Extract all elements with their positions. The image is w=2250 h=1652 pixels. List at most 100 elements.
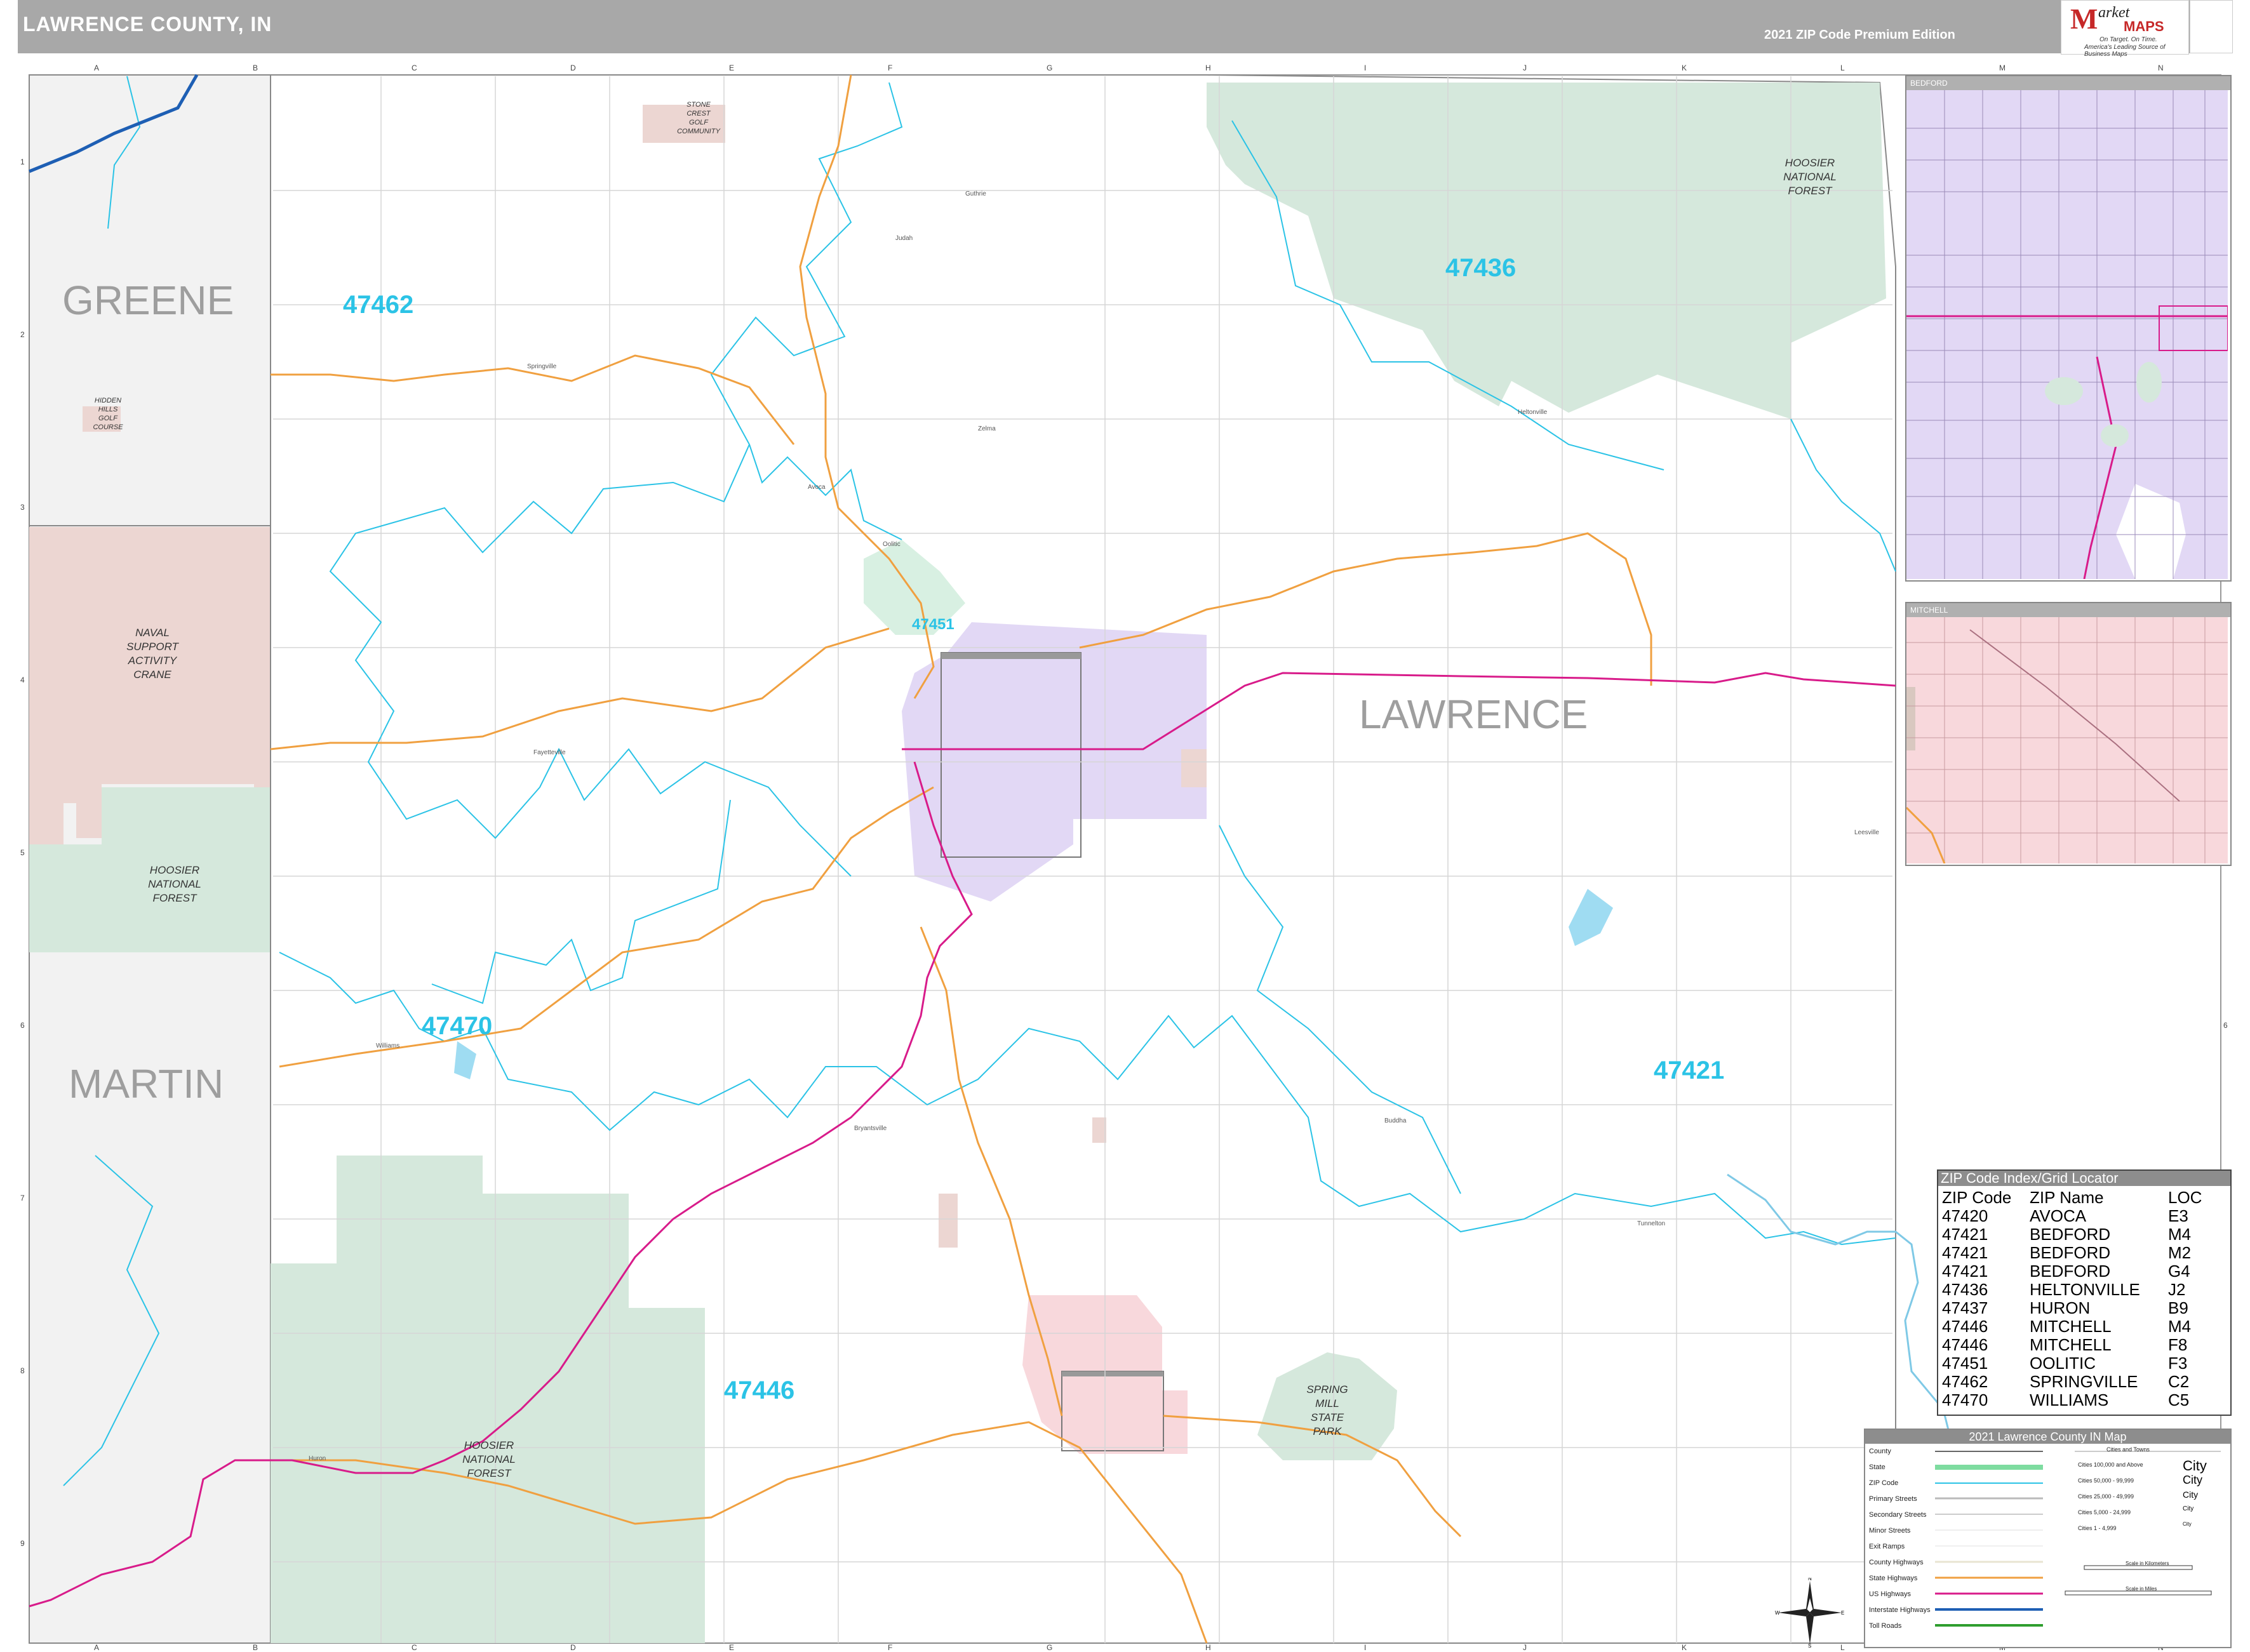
legend-city-tier: Cities 50,000 - 99,999 — [2078, 1477, 2134, 1484]
area-line: SUPPORT — [126, 641, 178, 653]
zip-index-cell: 47421 — [1942, 1225, 1988, 1244]
grid-column-label: N — [2158, 63, 2164, 72]
area-label-spring-mill: SPRING MILL STATE PARK — [1289, 1383, 1365, 1439]
zip-index-rows: 47420 AVOCA E3 47421 BEDFORD M4 47421 BEDFORD M2… — [1939, 1207, 2221, 1409]
grid-row-label: 3 — [20, 503, 25, 512]
area-line: SPRING — [1306, 1383, 1348, 1396]
county-label-lawrence: LAWRENCE — [1359, 691, 1588, 737]
zip-label-47421: 47421 — [1654, 1056, 1725, 1084]
place-label: Williams — [376, 1042, 400, 1049]
zip-index-header: ZIP Code — [1942, 1188, 2012, 1207]
place-label: Guthrie — [965, 190, 986, 197]
legend-symbols — [1935, 1451, 2221, 1627]
zip-code-index: ZIP Code Index/Grid Locator ZIP Code ZIP… — [1937, 1169, 2232, 1416]
area-line: ACTIVITY — [128, 655, 177, 667]
zip-index-cell: SPRINGVILLE — [2030, 1372, 2138, 1391]
bedford-inset-map: BEDFORD — [1905, 75, 2232, 582]
legend-item-label: County Highways — [1869, 1559, 1924, 1566]
area-label-hoosier-ne: HOOSIER NATIONAL FOREST — [1765, 156, 1854, 198]
zip-index-row: 47421 BEDFORD G4 — [1939, 1262, 2221, 1281]
legend-city-sample: City — [2183, 1521, 2192, 1527]
legend-item-label: County — [1869, 1448, 1891, 1455]
mitchell-inset-map: MITCHELL — [1905, 602, 2232, 866]
grid-row-label: 8 — [20, 1366, 25, 1375]
zip-index-cell: J2 — [2168, 1280, 2186, 1299]
legend-item-label: Primary Streets — [1869, 1495, 1917, 1503]
area-line: NATIONAL — [148, 878, 201, 890]
zip-index-header: ZIP Name — [2030, 1188, 2104, 1207]
place-label: Zelma — [978, 425, 996, 432]
compass-rose-icon: N S W E — [1775, 1578, 1844, 1648]
legend-city-sample: City — [2183, 1489, 2199, 1500]
zip-index-row: 47420 AVOCA E3 — [1939, 1207, 2221, 1225]
place-label: Springville — [527, 363, 557, 370]
zip-index-cell: B9 — [2168, 1298, 2188, 1317]
zip-index-row: 47451 OOLITIC F3 — [1939, 1354, 2221, 1373]
zip-index-header-row: ZIP Code ZIP Name LOC — [1939, 1189, 2221, 1207]
grid-row-label: 5 — [20, 848, 25, 857]
legend-item-label: Interstate Highways — [1869, 1606, 1931, 1614]
grid-column-label: G — [1047, 63, 1053, 72]
small-area-2 — [939, 1194, 958, 1248]
area-line: MILL — [1315, 1397, 1339, 1409]
grid-row-label: 6 — [20, 1021, 25, 1030]
place-label: Buddha — [1384, 1117, 1407, 1124]
grid-row-label: 7 — [20, 1194, 25, 1202]
area-line: HILLS — [98, 406, 118, 413]
zip-index-cell: BEDFORD — [2030, 1225, 2111, 1244]
zip-index-row: 47446 MITCHELL F8 — [1939, 1336, 2221, 1354]
zip-index-cell: F3 — [2168, 1354, 2188, 1373]
area-line: HOOSIER — [149, 864, 200, 876]
bedford-inset-canvas — [1906, 90, 2228, 579]
place-label: Bryantsville — [854, 1125, 887, 1132]
legend-city-sample: City — [2183, 1474, 2202, 1486]
zip-index-cell: HELTONVILLE — [2030, 1280, 2140, 1299]
area-line: STATE — [1310, 1411, 1344, 1423]
legend-item-label: Minor Streets — [1869, 1527, 1911, 1535]
place-label: Heltonville — [1518, 409, 1548, 416]
zip-index-cell: 47470 — [1942, 1390, 1988, 1409]
mitchell-inset-canvas — [1906, 617, 2228, 863]
grid-row-label: 4 — [20, 676, 25, 684]
zip-index-cell: M4 — [2168, 1225, 2192, 1244]
svg-text:E: E — [1841, 1610, 1844, 1616]
legend-city-sample: City — [2183, 1458, 2207, 1474]
bedford-inset-box-bar — [941, 653, 1081, 659]
zip-label-47462: 47462 — [343, 291, 414, 319]
grid-row-label: 9 — [20, 1539, 25, 1548]
zip-index-cell: BEDFORD — [2030, 1243, 2111, 1262]
place-label: Fayetteville — [533, 749, 566, 756]
county-label-martin: MARTIN — [69, 1061, 224, 1107]
svg-text:W: W — [1775, 1610, 1780, 1616]
zip-index-cell: M4 — [2168, 1317, 2192, 1336]
bedford-inset-park-1 — [2045, 377, 2083, 405]
zip-index-row: 47437 HURON B9 — [1939, 1299, 2221, 1317]
zip-index-cell: C2 — [2168, 1372, 2190, 1391]
zip-index-header: LOC — [2168, 1188, 2202, 1207]
legend-item-label: Toll Roads — [1869, 1622, 1902, 1630]
zip-label-47436: 47436 — [1445, 254, 1517, 282]
grid-column-label: B — [253, 63, 258, 72]
area-label-naval: NAVAL SUPPORT ACTIVITY CRANE — [108, 626, 197, 682]
grid-row-label: 1 — [20, 157, 25, 166]
area-line: FOREST — [1788, 185, 1832, 197]
area-label-hoosier-southwest: HOOSIER NATIONAL FOREST — [445, 1439, 533, 1481]
zip-index-row: 47436 HELTONVILLE J2 — [1939, 1281, 2221, 1299]
zip-label-47470: 47470 — [422, 1012, 493, 1040]
zip-index-cell: 47421 — [1942, 1262, 1988, 1281]
zip-index-cell: 47451 — [1942, 1354, 1988, 1373]
grid-row-label: 2 — [20, 330, 25, 339]
legend-item-label: ZIP Code — [1869, 1479, 1899, 1487]
zip-index-cell: 47446 — [1942, 1335, 1988, 1354]
grid-row-label: 6 — [2223, 1021, 2228, 1030]
area-line: NATIONAL — [1783, 171, 1837, 183]
area-line: HOOSIER — [1785, 157, 1835, 169]
legend-city-tier: Cities 25,000 - 49,999 — [2078, 1493, 2134, 1500]
area-line: PARK — [1313, 1425, 1342, 1437]
legend-city-sample: City — [2183, 1505, 2194, 1512]
area-line: HOOSIER — [464, 1439, 514, 1451]
legend-item-label: State Highways — [1869, 1575, 1918, 1582]
zip-index-table: ZIP Code ZIP Name LOC 47420 AVOCA E3 47421 B… — [1939, 1189, 2221, 1409]
legend-cities-title: Cities and Towns — [2106, 1446, 2150, 1453]
mitchell-inset-box-bar — [1062, 1371, 1163, 1376]
